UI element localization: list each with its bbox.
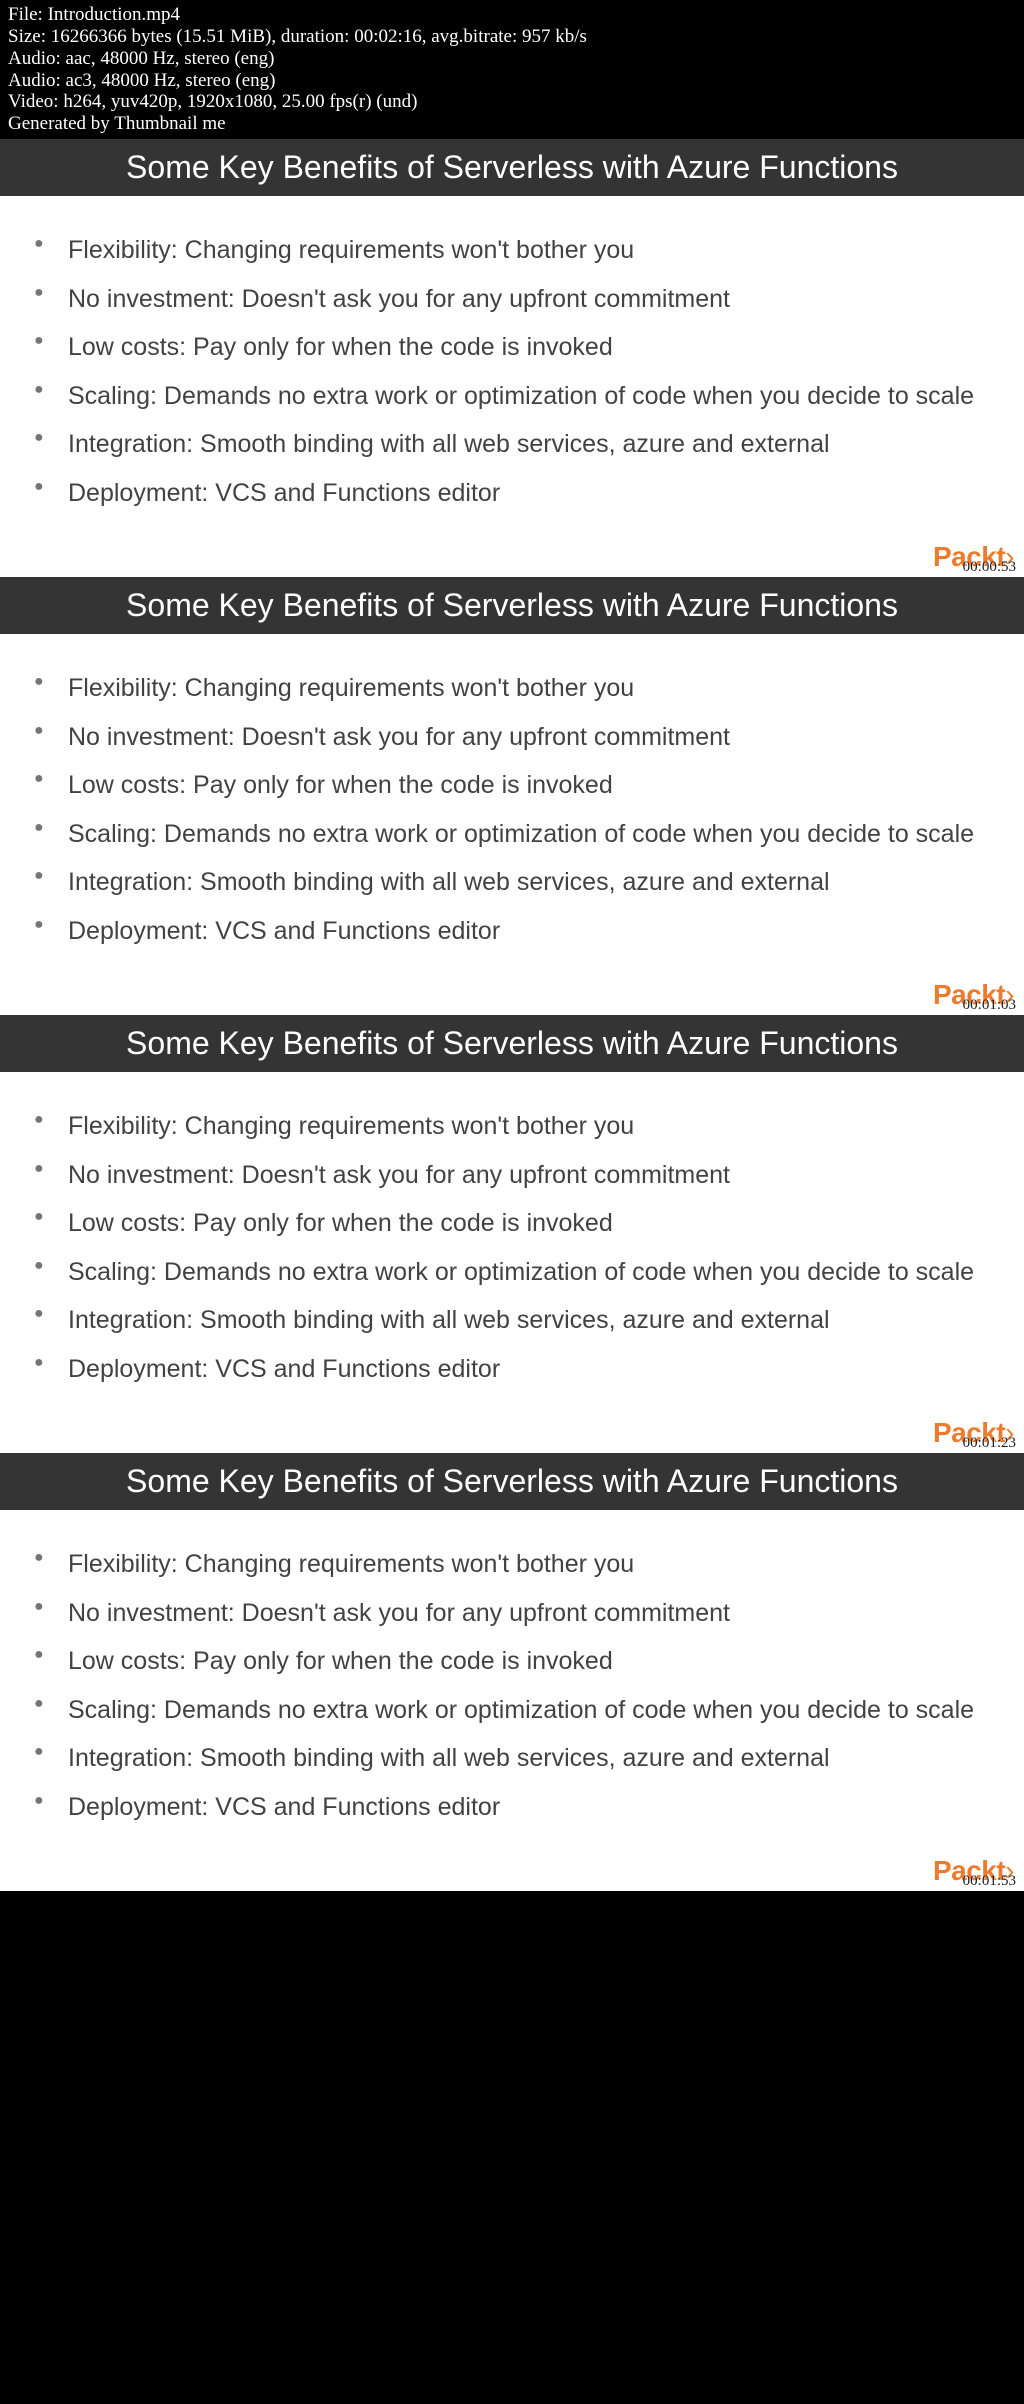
metadata-file: File: Introduction.mp4: [8, 4, 1016, 26]
bullet-item: Scaling: Demands no extra work or optimi…: [28, 1686, 996, 1735]
frame-timestamp: 00:01:03: [963, 997, 1016, 1014]
bullet-item: Flexibility: Changing requirements won't…: [28, 1102, 996, 1151]
video-metadata-bar: File: Introduction.mp4 Size: 16266366 by…: [0, 0, 1024, 139]
metadata-audio-1: Audio: aac, 48000 Hz, stereo (eng): [8, 48, 1016, 70]
bullet-item: Low costs: Pay only for when the code is…: [28, 1199, 996, 1248]
slide-content: Flexibility: Changing requirements won't…: [0, 196, 1024, 517]
thumbnail-frame: Some Key Benefits of Serverless with Azu…: [0, 1015, 1024, 1453]
bullet-item: Low costs: Pay only for when the code is…: [28, 323, 996, 372]
frame-timestamp: 00:01:53: [963, 1873, 1016, 1890]
bullet-item: Flexibility: Changing requirements won't…: [28, 664, 996, 713]
bullet-item: No investment: Doesn't ask you for any u…: [28, 1589, 996, 1638]
metadata-audio-2: Audio: ac3, 48000 Hz, stereo (eng): [8, 70, 1016, 92]
slide-title: Some Key Benefits of Serverless with Azu…: [0, 139, 1024, 196]
bullet-item: Low costs: Pay only for when the code is…: [28, 1637, 996, 1686]
slide-content: Flexibility: Changing requirements won't…: [0, 1510, 1024, 1831]
bullet-item: No investment: Doesn't ask you for any u…: [28, 1151, 996, 1200]
thumbnail-frame: Some Key Benefits of Serverless with Azu…: [0, 139, 1024, 577]
metadata-size: Size: 16266366 bytes (15.51 MiB), durati…: [8, 26, 1016, 48]
bullet-list: Flexibility: Changing requirements won't…: [28, 1102, 996, 1393]
metadata-video: Video: h264, yuv420p, 1920x1080, 25.00 f…: [8, 91, 1016, 113]
frame-timestamp: 00:00:53: [963, 559, 1016, 576]
bullet-item: Integration: Smooth binding with all web…: [28, 1296, 996, 1345]
slide-title: Some Key Benefits of Serverless with Azu…: [0, 1015, 1024, 1072]
bullet-list: Flexibility: Changing requirements won't…: [28, 664, 996, 955]
bullet-list: Flexibility: Changing requirements won't…: [28, 1540, 996, 1831]
bullet-item: Deployment: VCS and Functions editor: [28, 469, 996, 518]
bullet-item: No investment: Doesn't ask you for any u…: [28, 275, 996, 324]
thumbnail-frame: Some Key Benefits of Serverless with Azu…: [0, 577, 1024, 1015]
slide-title: Some Key Benefits of Serverless with Azu…: [0, 577, 1024, 634]
bullet-item: Scaling: Demands no extra work or optimi…: [28, 372, 996, 421]
bullet-item: Integration: Smooth binding with all web…: [28, 1734, 996, 1783]
bullet-item: No investment: Doesn't ask you for any u…: [28, 713, 996, 762]
thumbnail-frame: Some Key Benefits of Serverless with Azu…: [0, 1453, 1024, 1891]
bullet-item: Deployment: VCS and Functions editor: [28, 907, 996, 956]
slide-content: Flexibility: Changing requirements won't…: [0, 1072, 1024, 1393]
bullet-item: Flexibility: Changing requirements won't…: [28, 1540, 996, 1589]
bullet-item: Scaling: Demands no extra work or optimi…: [28, 810, 996, 859]
metadata-generator: Generated by Thumbnail me: [8, 113, 1016, 135]
slide-content: Flexibility: Changing requirements won't…: [0, 634, 1024, 955]
bullet-item: Scaling: Demands no extra work or optimi…: [28, 1248, 996, 1297]
slide-title: Some Key Benefits of Serverless with Azu…: [0, 1453, 1024, 1510]
bullet-item: Integration: Smooth binding with all web…: [28, 858, 996, 907]
bullet-item: Low costs: Pay only for when the code is…: [28, 761, 996, 810]
bullet-item: Integration: Smooth binding with all web…: [28, 420, 996, 469]
bullet-item: Deployment: VCS and Functions editor: [28, 1783, 996, 1832]
bullet-list: Flexibility: Changing requirements won't…: [28, 226, 996, 517]
bullet-item: Deployment: VCS and Functions editor: [28, 1345, 996, 1394]
bullet-item: Flexibility: Changing requirements won't…: [28, 226, 996, 275]
frame-timestamp: 00:01:23: [963, 1435, 1016, 1452]
